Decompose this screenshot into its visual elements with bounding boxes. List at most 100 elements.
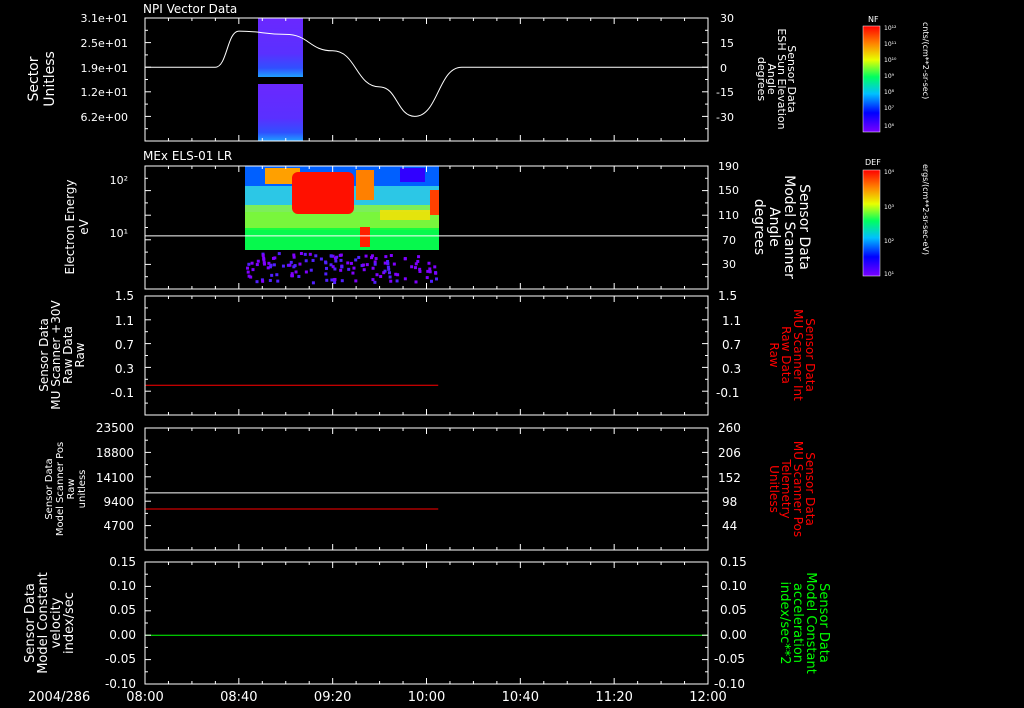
left-tick-label: 0.3	[115, 362, 134, 376]
speckle-cell	[365, 263, 369, 267]
speckle-cell	[414, 262, 418, 266]
speckle-cell	[383, 269, 387, 273]
speckle-cell	[251, 268, 255, 272]
right-tick-label: 30	[722, 258, 736, 271]
speckle-cell	[324, 266, 328, 270]
right-tick-label: 70	[722, 234, 736, 247]
right-tick-label: 0.7	[722, 338, 741, 352]
right-tick-label: -15	[716, 86, 734, 99]
x-tick-label: 09:20	[314, 690, 351, 705]
panel-npi: NPI Vector Data 3.1e+01 2.5e+01 1.9e+01 …	[26, 2, 798, 142]
panel-scanner-30v: 1.5 1.1 0.7 0.3 -0.1 1.5 1.1 0.7 0.3 -0.…	[37, 289, 817, 416]
x-tick-label: 08:00	[126, 690, 163, 705]
speckle-cell	[425, 276, 429, 280]
right-ticks: 0.15 0.10 0.05 0.00 -0.05 -0.10	[714, 555, 747, 691]
y-axis-label-right: Sensor Data Model Constant acceleration …	[777, 572, 831, 674]
right-tick-label: 0.10	[720, 579, 747, 593]
left-ticks: 23500 18800 14100 9400 4700	[96, 421, 134, 533]
axis-label-line: index/sec	[62, 592, 77, 654]
speckle-cell	[275, 273, 279, 277]
speckle-cell	[403, 277, 407, 281]
speckle-cell	[324, 272, 328, 276]
speckle-cell	[309, 268, 313, 272]
speckle-cell	[373, 262, 377, 266]
speckle-cell	[354, 258, 358, 262]
colorbar-tick: 10⁹	[884, 73, 895, 80]
speckle-cell	[293, 264, 297, 268]
speckle-cell	[325, 278, 329, 282]
colorbar-tick: 10⁴	[884, 169, 895, 176]
speckle-cell	[266, 266, 270, 270]
axis-label-line: Angle	[766, 207, 782, 247]
right-ticks: 30 15 0 -15 -30	[716, 12, 734, 124]
speckle-cell	[351, 271, 355, 275]
y-axis-label-left: Sector Unitless	[26, 51, 58, 107]
left-tick-label: 0.7	[115, 338, 134, 352]
colorbar-nf: NF 10¹² 10¹¹ 10¹⁰ 10⁹ 10⁸ 10⁷ 10⁶ cnts/(…	[862, 15, 930, 133]
speckle-cell	[299, 252, 303, 256]
colorbar-tick: 10³	[884, 204, 895, 211]
colorbar-tick: 10⁷	[884, 105, 895, 112]
speckle-cell	[247, 262, 251, 266]
y-axis-label-left: Sensor Data MU Scanner +30V Raw Data Raw	[37, 300, 87, 410]
speckle-cell	[289, 260, 293, 264]
left-tick-label: 10²	[110, 174, 128, 187]
right-tick-label: 0.15	[720, 555, 747, 569]
axis-label-line: eV	[77, 218, 91, 234]
speckle-cell	[434, 271, 438, 275]
speckle-cell	[311, 258, 315, 262]
speckle-cell	[426, 269, 430, 273]
axis-tick-marks	[144, 295, 709, 416]
date-label: 2004/286	[28, 690, 90, 705]
speckle-cell	[413, 266, 417, 270]
axis-label-line: Electron Energy	[63, 179, 77, 274]
speckle-cell	[387, 267, 391, 271]
speckle-cell	[435, 277, 439, 281]
panel-frame	[144, 295, 709, 416]
right-tick-label: 15	[720, 37, 734, 50]
speckle-cell	[273, 256, 277, 260]
colorbar-ticks: 10¹² 10¹¹ 10¹⁰ 10⁹ 10⁸ 10⁷ 10⁶	[884, 25, 897, 130]
colorbar-gradient	[862, 169, 881, 277]
speckle-cell	[281, 264, 285, 268]
left-tick-label: 1.9e+01	[81, 62, 128, 75]
left-tick-label: 1.2e+01	[81, 86, 128, 99]
panel-scanner-pos: 23500 18800 14100 9400 4700 260 206 152 …	[44, 421, 817, 551]
left-tick-label: 9400	[103, 495, 134, 509]
speckle-cell	[334, 259, 338, 263]
colorbar-tag: NF	[868, 15, 879, 24]
speckle-cell	[386, 262, 390, 266]
left-tick-label: 0.00	[109, 628, 136, 642]
npi-block-upper	[258, 18, 303, 77]
left-tick-label: 3.1e+01	[81, 12, 128, 25]
left-tick-label: 10¹	[110, 227, 128, 240]
speckle-cell	[389, 279, 393, 283]
y-axis-label-right: Sensor Data MU Scanner Int Raw Data Raw	[767, 309, 817, 401]
right-tick-label: 0.00	[720, 628, 747, 642]
left-ticks: 1.5 1.1 0.7 0.3 -0.1	[111, 289, 134, 400]
speckle-cell	[371, 266, 375, 270]
speckle-cell	[329, 263, 333, 267]
right-ticks: 1.5 1.1 0.7 0.3 -0.1	[716, 289, 741, 400]
speckle-cell	[388, 271, 392, 275]
speckle-cell	[362, 268, 366, 272]
speckle-cell	[297, 274, 301, 278]
y-axis-label-right: Sensor Data ESH Sun Elevation Angle degr…	[755, 28, 798, 129]
speckle-cell	[364, 254, 368, 258]
panel-frame	[144, 561, 709, 685]
speckle-cell	[389, 254, 393, 258]
right-tick-label: 152	[718, 471, 741, 485]
axis-label-line: Model Scanner	[781, 175, 797, 279]
speckle-cell	[433, 265, 437, 269]
colorbar-unit: cnts/(cm**2-sr-sec)	[921, 22, 930, 99]
speckle-cell	[371, 278, 375, 282]
speckle-cell	[383, 261, 387, 265]
speckle-cell	[418, 269, 422, 273]
figure: NPI Vector Data 3.1e+01 2.5e+01 1.9e+01 …	[23, 2, 930, 705]
colorbar-tick: 10²	[884, 238, 895, 245]
x-tick-label: 10:40	[502, 690, 539, 705]
speckle-cell	[308, 252, 312, 256]
right-tick-label: 1.1	[722, 314, 741, 328]
x-axis: 2004/286 08:00 08:40 09:20 10:00 10:40 1…	[28, 690, 727, 705]
sun-elevation-line	[145, 30, 708, 117]
